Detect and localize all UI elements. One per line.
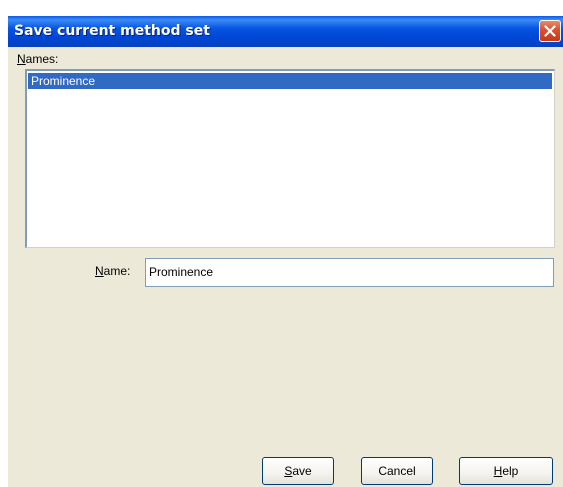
- save-button[interactable]: Save: [262, 457, 334, 485]
- save-method-set-dialog: Save current method set Names: Prominenc…: [8, 16, 563, 487]
- close-icon: [544, 25, 556, 37]
- list-item-label: Prominence: [31, 74, 96, 88]
- names-list[interactable]: Prominence: [25, 69, 555, 248]
- name-input[interactable]: Prominence: [145, 258, 554, 287]
- list-item[interactable]: Prominence: [28, 73, 552, 89]
- help-button[interactable]: Help: [459, 457, 553, 485]
- cancel-button[interactable]: Cancel: [361, 457, 433, 485]
- name-label: Name:: [95, 264, 131, 278]
- window-title: Save current method set: [14, 23, 210, 39]
- close-button[interactable]: [539, 20, 561, 42]
- title-bar[interactable]: Save current method set: [8, 16, 563, 47]
- names-label: Names:: [17, 52, 59, 66]
